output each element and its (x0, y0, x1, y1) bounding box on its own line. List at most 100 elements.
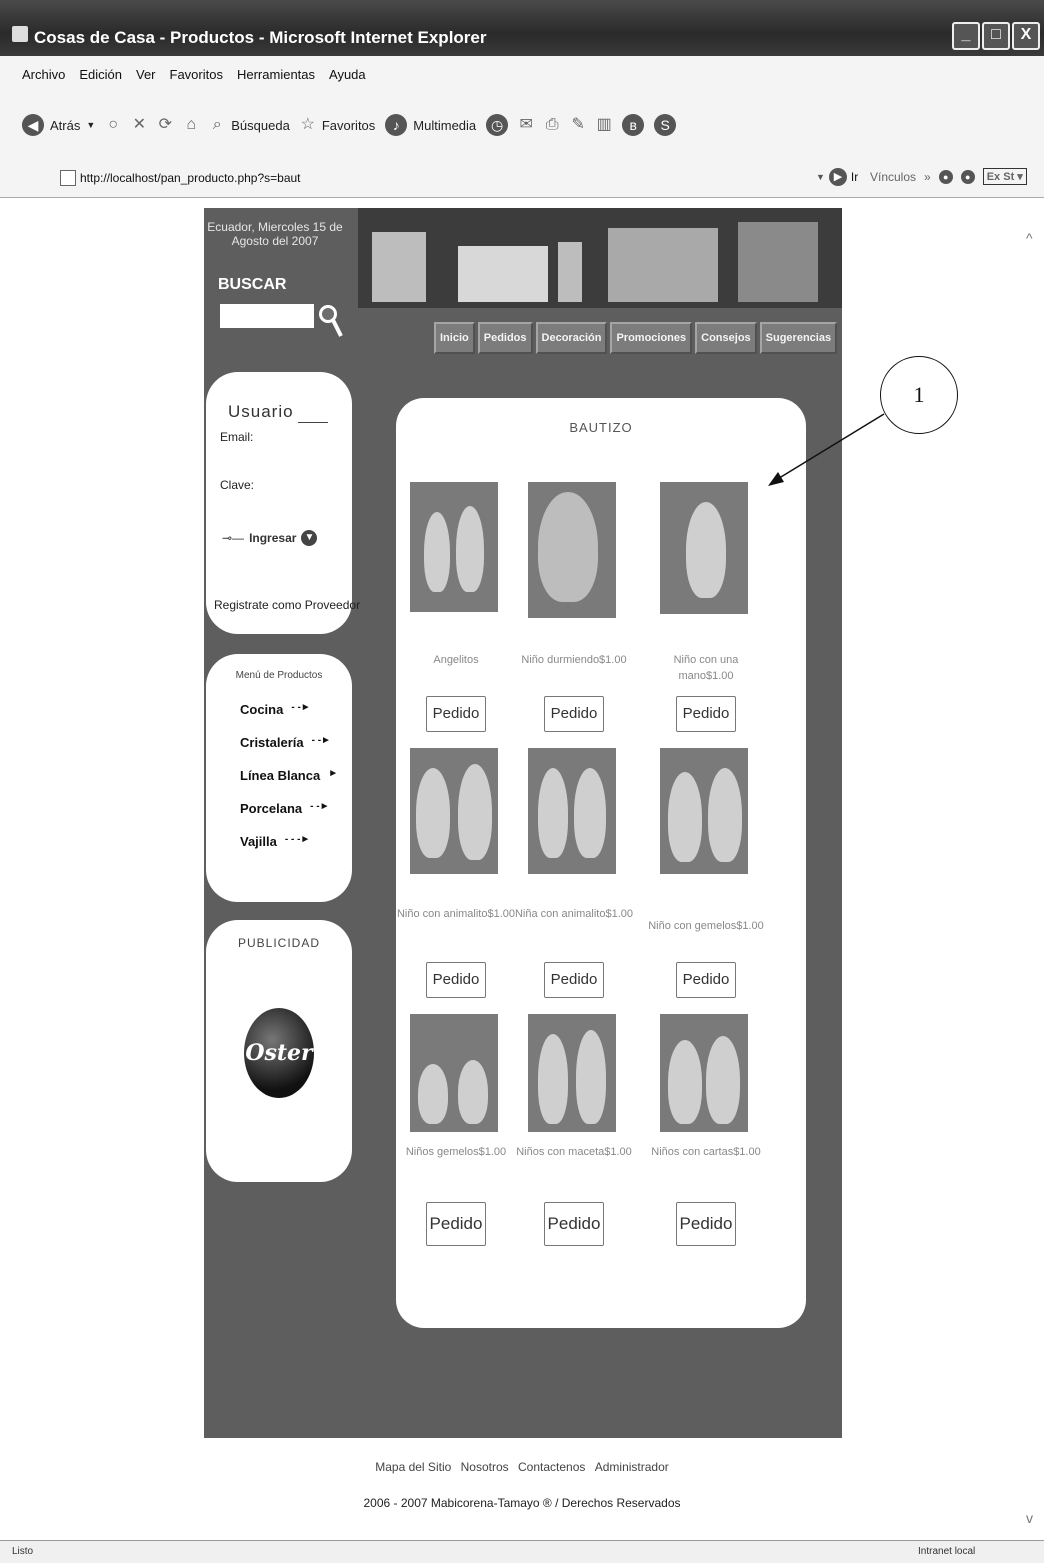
product-image[interactable] (660, 1014, 748, 1132)
title-bar: Cosas de Casa - Productos - Microsoft In… (0, 0, 1044, 56)
close-button[interactable]: X (1012, 22, 1040, 50)
footer-link-nosotros[interactable]: Nosotros (461, 1460, 509, 1474)
password-label: Clave: (220, 478, 255, 492)
product-name: Niños con cartas$1.00 (651, 1146, 761, 1158)
toolbar: ◀ Atrás ▼ ○ ✕ ⟳ ⌂ ⌕ Búsqueda ☆ Favoritos … (0, 92, 1044, 158)
menu-ayuda[interactable]: Ayuda (329, 67, 366, 82)
menu-item-vajilla[interactable]: Vajilla - - -► (240, 834, 338, 867)
product-image[interactable] (528, 748, 616, 874)
menu-herramientas[interactable]: Herramientas (237, 67, 315, 82)
oster-logo[interactable]: Oster (244, 1008, 314, 1098)
login-button[interactable]: ⊸— Ingresar ▼ (222, 530, 318, 546)
nav-decoracion[interactable]: Decoración (535, 322, 608, 354)
advertising-panel: PUBLICIDAD Oster (206, 920, 352, 1182)
star-icon: ☆ (300, 116, 315, 133)
product-image[interactable] (410, 1014, 498, 1132)
product-name: Niña con animalito$1.00 (514, 908, 634, 920)
media-icon: ♪ (385, 114, 408, 136)
favorites-label: Favoritos (321, 117, 376, 133)
menu-edicion[interactable]: Edición (79, 67, 122, 82)
category-title: BAUTIZO (569, 420, 633, 435)
nav-inicio[interactable]: Inicio (434, 322, 475, 354)
order-button[interactable]: Pedido (544, 696, 604, 732)
address-bar: http://localhost/pan_producto.php?s=baut… (0, 158, 1044, 198)
date-text: Ecuador, Miercoles 15 de Agosto del 2007 (207, 220, 343, 248)
search-button[interactable]: ⌕ Búsqueda (209, 117, 290, 133)
order-button[interactable]: Pedido (426, 1202, 486, 1246)
address-input[interactable]: http://localhost/pan_producto.php?s=baut (80, 171, 301, 185)
order-button[interactable]: Pedido (544, 1202, 604, 1246)
multimedia-button[interactable]: ♪ Multimedia (385, 114, 476, 136)
stop-icon[interactable]: ✕ (131, 117, 147, 133)
menu-bar: Archivo Edición Ver Favoritos Herramient… (0, 56, 1044, 92)
advertising-title: PUBLICIDAD (237, 936, 321, 950)
edit-icon[interactable]: ✎ (570, 117, 586, 133)
messenger-icon[interactable]: ▥ (596, 117, 612, 133)
go-label[interactable]: Ir (851, 170, 858, 184)
nav-promociones[interactable]: Promociones (610, 322, 693, 354)
favorites-button[interactable]: ☆ Favoritos (300, 116, 376, 133)
menu-item-porcelana[interactable]: Porcelana - -► (240, 801, 338, 834)
nav-consejos[interactable]: Consejos (695, 322, 757, 354)
back-arrow-icon: ◀ (22, 114, 44, 136)
order-button[interactable]: Pedido (676, 696, 736, 732)
extension-icon-2[interactable]: ● (960, 169, 975, 184)
order-button[interactable]: Pedido (544, 962, 604, 998)
magnifier-icon[interactable] (316, 300, 344, 340)
forward-icon[interactable]: ○ (105, 117, 121, 133)
page-icon (60, 170, 76, 186)
extension-icon[interactable]: ● (938, 169, 953, 184)
arrow-right-icon: - -► (310, 801, 330, 812)
order-button[interactable]: Pedido (426, 962, 486, 998)
order-button[interactable]: Pedido (676, 962, 736, 998)
menu-item-linea-blanca[interactable]: Línea Blanca ► (240, 768, 338, 801)
menu-ver[interactable]: Ver (136, 67, 156, 82)
product-image[interactable] (660, 748, 748, 874)
menu-favoritos[interactable]: Favoritos (170, 67, 223, 82)
footer-links: Mapa del Sitio Nosotros Contactenos Admi… (0, 1460, 1044, 1474)
history-icon[interactable]: ◷ (486, 114, 509, 136)
multimedia-label: Multimedia (413, 117, 477, 133)
minimize-button[interactable]: _ (952, 22, 980, 50)
product-name: Niño durmiendo$1.00 (521, 654, 627, 666)
menu-item-cocina[interactable]: Cocina - -► (240, 702, 338, 735)
order-button[interactable]: Pedido (426, 696, 486, 732)
product-name: Angelitos (433, 654, 479, 666)
window-title: Cosas de Casa - Productos - Microsoft In… (34, 28, 487, 47)
product-image[interactable] (528, 482, 616, 618)
product-image[interactable] (660, 482, 748, 614)
product-name: Niño con una mano$1.00 (673, 654, 739, 682)
order-button[interactable]: Pedido (676, 1202, 736, 1246)
footer-link-sitemap[interactable]: Mapa del Sitio (375, 1460, 451, 1474)
site-search-input[interactable] (220, 304, 314, 328)
annotation-arrow-icon (768, 413, 885, 486)
nav-pedidos[interactable]: Pedidos (477, 322, 533, 354)
search-tool-icon: ⌕ (212, 116, 222, 133)
register-provider-link[interactable]: Registrate como Proveedor (214, 598, 360, 612)
footer-link-admin[interactable]: Administrador (595, 1460, 669, 1474)
product-image[interactable] (410, 748, 498, 874)
vertical-scrollbar[interactable]: ^ v (1022, 230, 1040, 1530)
product-name: Niños con maceta$1.00 (516, 1146, 632, 1158)
product-image[interactable] (528, 1014, 616, 1132)
menu-item-cristaleria[interactable]: Cristalería - -► (240, 735, 338, 768)
ie-icon (12, 26, 28, 42)
product-image[interactable] (410, 482, 498, 612)
nav-sugerencias[interactable]: Sugerencias (759, 322, 838, 354)
home-icon[interactable]: ⌂ (183, 117, 199, 133)
footer-link-contactenos[interactable]: Contactenos (518, 1460, 585, 1474)
skype-icon[interactable]: S (654, 114, 677, 136)
status-bar: Listo Intranet local (0, 1540, 1044, 1563)
product-name: Niño con gemelos$1.00 (648, 920, 764, 932)
mail-icon[interactable]: ✉ (518, 117, 534, 133)
bluetooth-icon[interactable]: ʙ (622, 114, 645, 136)
login-title-line (298, 422, 328, 423)
menu-archivo[interactable]: Archivo (22, 67, 65, 82)
links-label[interactable]: Vínculos (870, 170, 916, 184)
refresh-icon[interactable]: ⟳ (157, 117, 173, 133)
go-arrow-icon[interactable]: ▶ (828, 168, 847, 186)
extension-button[interactable]: Ex St ▾ (982, 168, 1027, 185)
back-button[interactable]: ◀ Atrás ▼ (22, 114, 95, 136)
print-icon[interactable]: ⎙ (544, 117, 560, 133)
maximize-button[interactable]: □ (982, 22, 1010, 50)
